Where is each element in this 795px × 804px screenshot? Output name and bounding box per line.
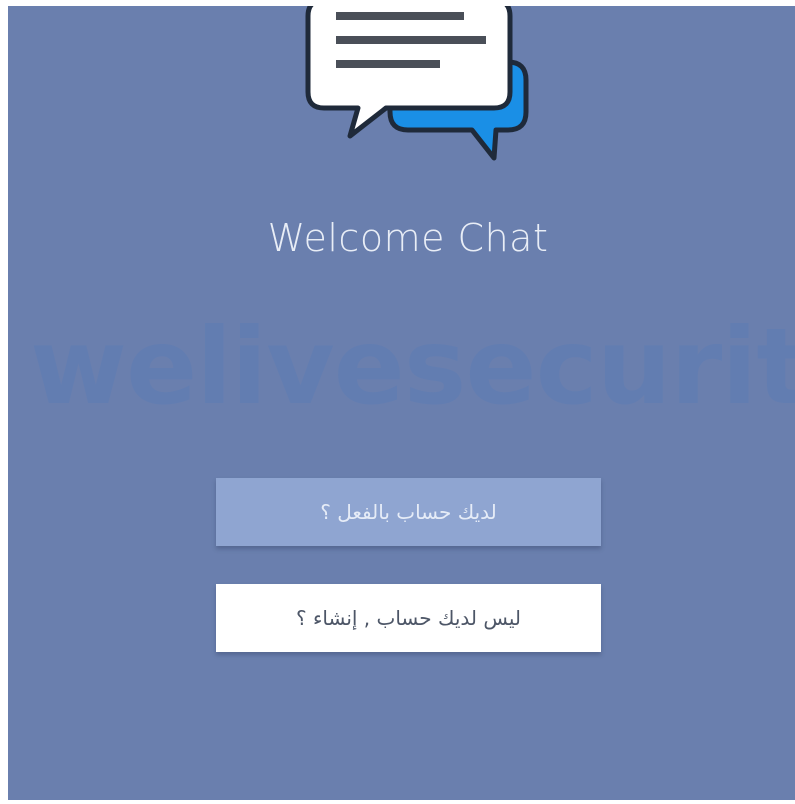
login-button-label: لديك حساب بالفعل ؟ bbox=[320, 500, 497, 524]
message-line bbox=[336, 36, 486, 44]
message-line bbox=[336, 60, 440, 68]
register-button[interactable]: ليس لديك حساب , إنشاء ؟ bbox=[216, 584, 601, 652]
app-title: Welcome Chat bbox=[267, 216, 549, 260]
message-line bbox=[336, 12, 464, 20]
watermark: welivesecurity bbox=[30, 306, 795, 428]
welcome-screen: Welcome Chat welivesecurity لديك حساب با… bbox=[8, 6, 795, 800]
register-button-label: ليس لديك حساب , إنشاء ؟ bbox=[296, 606, 521, 630]
login-button[interactable]: لديك حساب بالفعل ؟ bbox=[216, 478, 601, 546]
chat-bubbles-icon bbox=[305, 6, 529, 161]
